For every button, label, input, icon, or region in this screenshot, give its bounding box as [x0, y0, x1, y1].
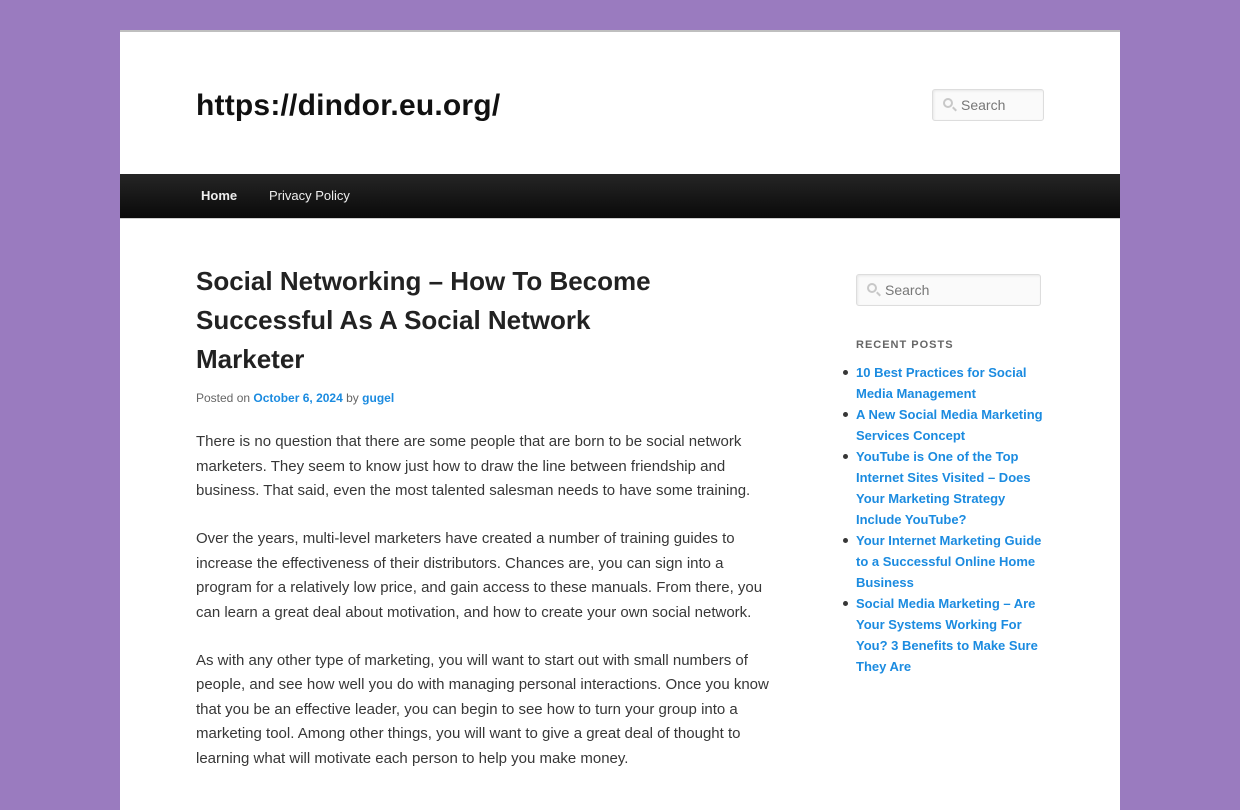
- nav-item-privacy-policy[interactable]: Privacy Policy: [269, 174, 350, 218]
- by-label: by: [346, 391, 359, 405]
- posted-on-label: Posted on: [196, 391, 251, 405]
- post-meta: Posted on October 6, 2024 by gugel: [196, 390, 394, 406]
- recent-posts-heading: Recent Posts: [856, 339, 954, 351]
- page-container: https://dindor.eu.org/ Home Privacy Poli…: [120, 30, 1120, 810]
- recent-post-link[interactable]: 10 Best Practices for Social Media Manag…: [843, 362, 1046, 404]
- recent-post-link[interactable]: A New Social Media Marketing Services Co…: [843, 404, 1046, 446]
- post-paragraph: As with any other type of marketing, you…: [196, 651, 769, 767]
- post-author-link[interactable]: gugel: [362, 391, 394, 405]
- sidebar: Recent Posts 10 Best Practices for Socia…: [843, 274, 1046, 677]
- post-content: There is no question that there are some…: [196, 430, 778, 795]
- site-title[interactable]: https://dindor.eu.org/: [196, 84, 500, 128]
- post-paragraph: Over the years, multi-level marketers ha…: [196, 530, 763, 621]
- post-title[interactable]: Social Networking – How To Become Succes…: [196, 262, 696, 379]
- recent-posts-list: 10 Best Practices for Social Media Manag…: [843, 362, 1046, 677]
- recent-post-link[interactable]: Social Media Marketing – Are Your System…: [843, 593, 1046, 677]
- post-date-link[interactable]: October 6, 2024: [253, 391, 342, 405]
- sidebar-search-input[interactable]: [857, 275, 1040, 305]
- post-paragraph: There is no question that there are some…: [196, 433, 751, 499]
- header-search-input[interactable]: [933, 90, 1043, 120]
- recent-post-link[interactable]: Your Internet Marketing Guide to a Succe…: [843, 530, 1046, 593]
- main-navigation: Home Privacy Policy: [120, 174, 1120, 219]
- recent-post-link[interactable]: YouTube is One of the Top Internet Sites…: [843, 446, 1046, 530]
- sidebar-search-box[interactable]: [856, 274, 1041, 306]
- header-search-box[interactable]: [932, 89, 1044, 121]
- nav-item-home[interactable]: Home: [201, 174, 237, 218]
